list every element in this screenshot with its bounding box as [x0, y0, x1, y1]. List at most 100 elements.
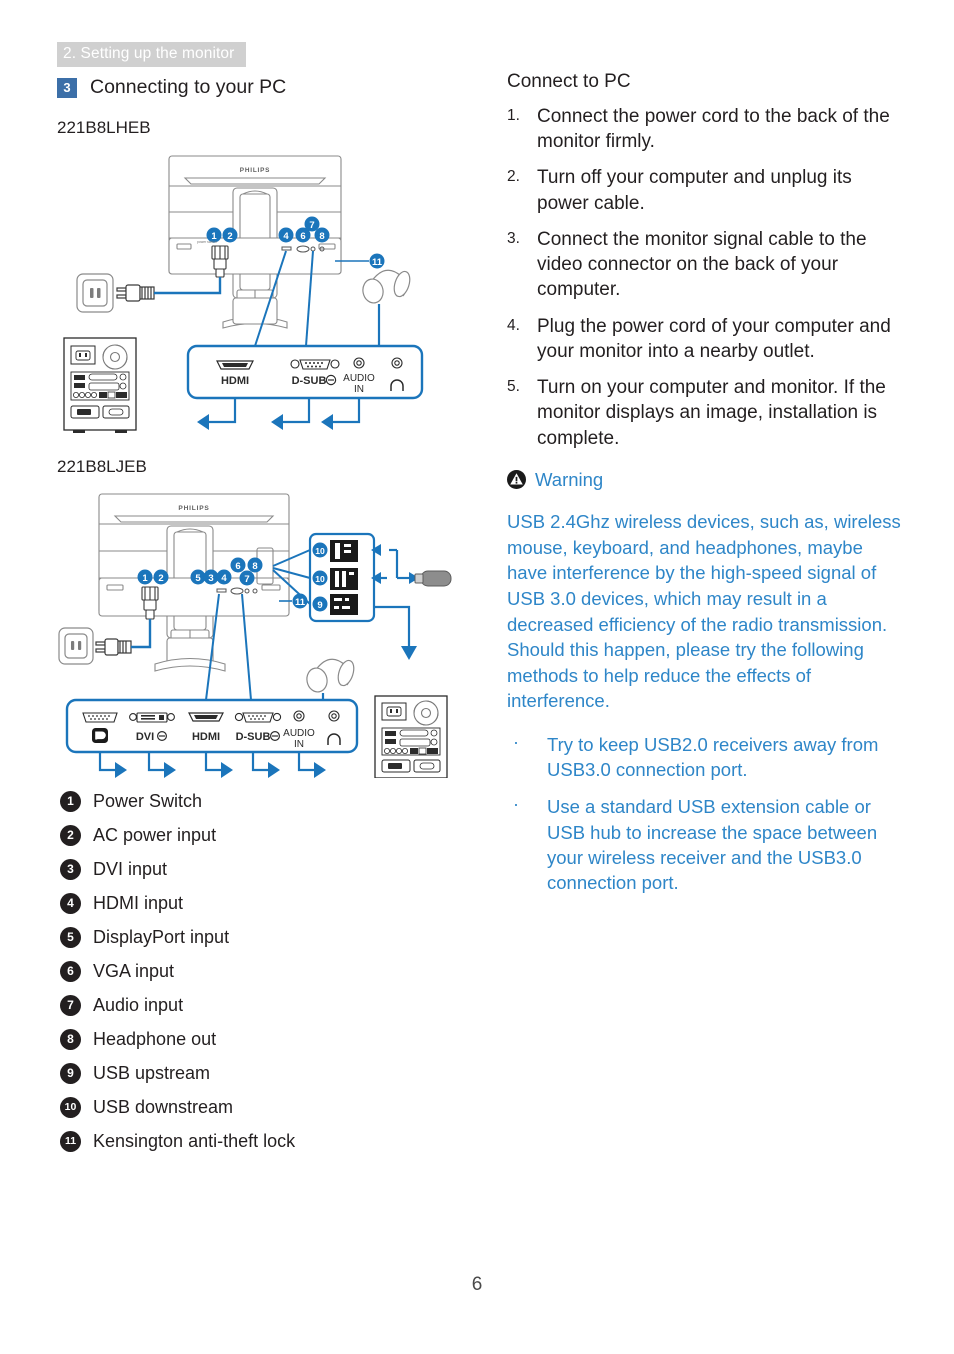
legend-label-1: Power Switch	[93, 790, 203, 811]
step-text-2: Turn off your computer and unplug its po…	[537, 167, 852, 214]
list-item: 3 DVI input	[60, 852, 440, 886]
legend-badge-6: 6	[60, 960, 81, 982]
step-number-5: 5.	[507, 378, 520, 396]
warning-body-text: USB 2.4Ghz wireless devices, such as, wi…	[507, 511, 901, 712]
svg-text:HDMI: HDMI	[221, 375, 249, 387]
list-item: 5. Turn on your computer and monitor. If…	[507, 375, 907, 451]
page-number: 6	[471, 1274, 483, 1295]
svg-text:AUDIO: AUDIO	[283, 728, 315, 739]
svg-text:10: 10	[315, 546, 325, 556]
headphone-icon-2	[306, 658, 355, 693]
warning-tips-list: · Try to keep USB2.0 receivers away from…	[507, 732, 907, 895]
svg-text:6: 6	[235, 561, 240, 572]
legend-badge-8: 8	[60, 1028, 81, 1050]
connect-steps-list: 1. Connect the power cord to the back of…	[507, 104, 907, 451]
headphone-icon	[362, 269, 411, 304]
pc-tower-icon-2	[374, 695, 448, 778]
legend-label-10: USB downstream	[93, 1096, 234, 1117]
bullet-icon: ·	[513, 732, 519, 753]
list-item: 5 DisplayPort input	[60, 920, 440, 954]
port-legend-list: 1 Power Switch 2 AC power input 3 DVI in…	[60, 784, 440, 1158]
usb-panel: 10 10 9	[308, 532, 376, 623]
list-item: 2. Turn off your computer and unplug its…	[507, 165, 907, 216]
legend-label-4: HDMI input	[93, 892, 184, 913]
step-number-4: 4.	[507, 316, 520, 334]
legend-label-2: AC power input	[93, 824, 217, 845]
svg-text:IN: IN	[294, 739, 304, 750]
legend-badge-3: 3	[60, 858, 81, 880]
legend-badge-1: 1	[60, 790, 81, 812]
legend-label-9: USB upstream	[93, 1062, 211, 1083]
page-title: Connecting to your PC	[90, 76, 287, 98]
svg-text:9: 9	[317, 600, 322, 611]
list-item: 4 HDMI input	[60, 886, 440, 920]
warning-heading: Warning	[507, 469, 907, 491]
list-item: 1 Power Switch	[60, 784, 440, 818]
list-item: · Use a standard USB extension cable or …	[507, 794, 907, 895]
legend-label-11: Kensington anti-theft lock	[93, 1130, 296, 1151]
step-number-3: 3.	[507, 229, 520, 247]
legend-badge-9: 9	[60, 1062, 81, 1084]
list-item: 10 USB downstream	[60, 1090, 440, 1124]
model-label-221B8LHEB: 221B8LHEB	[57, 118, 151, 137]
legend-badge-11: 11	[60, 1130, 81, 1152]
svg-text:power switch: power switch	[197, 240, 217, 244]
svg-text:6: 6	[300, 231, 305, 242]
svg-text:7: 7	[309, 220, 314, 231]
step-number-1: 1.	[507, 106, 520, 124]
svg-text:1: 1	[142, 573, 148, 584]
svg-text:PHILIPS: PHILIPS	[240, 167, 270, 174]
legend-label-8: Headphone out	[93, 1028, 217, 1049]
svg-text:2: 2	[158, 573, 163, 584]
port-panel-1: HDMI D-SUB AUDIO IN	[186, 344, 424, 400]
list-item: 6 VGA input	[60, 954, 440, 988]
legend-label-3: DVI input	[93, 858, 168, 879]
manual-page: 2. Setting up the monitor 3 Connecting t…	[0, 0, 954, 1354]
svg-text:10: 10	[315, 574, 325, 584]
svg-text:4: 4	[221, 573, 227, 584]
list-item: 11 Kensington anti-theft lock	[60, 1124, 440, 1158]
section-heading: 3 Connecting to your PC	[57, 76, 286, 99]
warning-label: Warning	[535, 468, 604, 490]
svg-text:DVI: DVI	[136, 731, 154, 743]
svg-text:PHILIPS: PHILIPS	[178, 505, 209, 512]
svg-text:HDMI: HDMI	[192, 731, 220, 743]
legend-badge-4: 4	[60, 892, 81, 914]
connect-to-pc-column: Connect to PC 1. Connect the power cord …	[507, 70, 907, 907]
tip-text-1: Try to keep USB2.0 receivers away from U…	[547, 734, 879, 781]
list-item: 2 AC power input	[60, 818, 440, 852]
warning-icon	[507, 470, 526, 490]
list-item: 9 USB upstream	[60, 1056, 440, 1090]
bullet-icon: ·	[513, 794, 519, 815]
legend-badge-5: 5	[60, 926, 81, 948]
list-item: 1. Connect the power cord to the back of…	[507, 104, 907, 155]
list-item: 3. Connect the monitor signal cable to t…	[507, 227, 907, 303]
connection-diagram-221B8LHEB: 1 2 4 6 7 8 11 power switch PHILIPS HDMI…	[57, 150, 477, 445]
section-number-badge: 3	[57, 77, 77, 98]
svg-text:5: 5	[195, 573, 201, 584]
legend-badge-2: 2	[60, 824, 81, 846]
svg-text:IN: IN	[354, 384, 364, 395]
connect-to-pc-title: Connect to PC	[507, 71, 631, 92]
model-label-221B8LJEB: 221B8LJEB	[57, 457, 147, 476]
step-text-3: Connect the monitor signal cable to the …	[537, 228, 867, 301]
callout-kensington: 11	[335, 253, 385, 269]
legend-badge-10: 10	[60, 1096, 81, 1118]
svg-text:AUDIO: AUDIO	[343, 373, 375, 384]
step-text-4: Plug the power cord of your computer and…	[537, 315, 891, 362]
svg-text:8: 8	[319, 231, 324, 242]
list-item: 8 Headphone out	[60, 1022, 440, 1056]
legend-badge-7: 7	[60, 994, 81, 1016]
legend-label-7: Audio input	[93, 994, 184, 1015]
step-number-2: 2.	[507, 168, 520, 186]
legend-label-5: DisplayPort input	[93, 926, 230, 947]
step-text-1: Connect the power cord to the back of th…	[537, 105, 890, 153]
tip-text-2: Use a standard USB extension cable or US…	[547, 796, 878, 893]
svg-text:11: 11	[372, 257, 383, 268]
svg-text:3: 3	[208, 573, 213, 584]
svg-text:4: 4	[283, 231, 289, 242]
svg-text:2: 2	[227, 231, 232, 242]
port-panel-2: DVI HDMI D-SUB AUDIO IN	[65, 698, 359, 754]
svg-text:D-SUB: D-SUB	[236, 731, 271, 743]
svg-text:7: 7	[244, 574, 249, 585]
